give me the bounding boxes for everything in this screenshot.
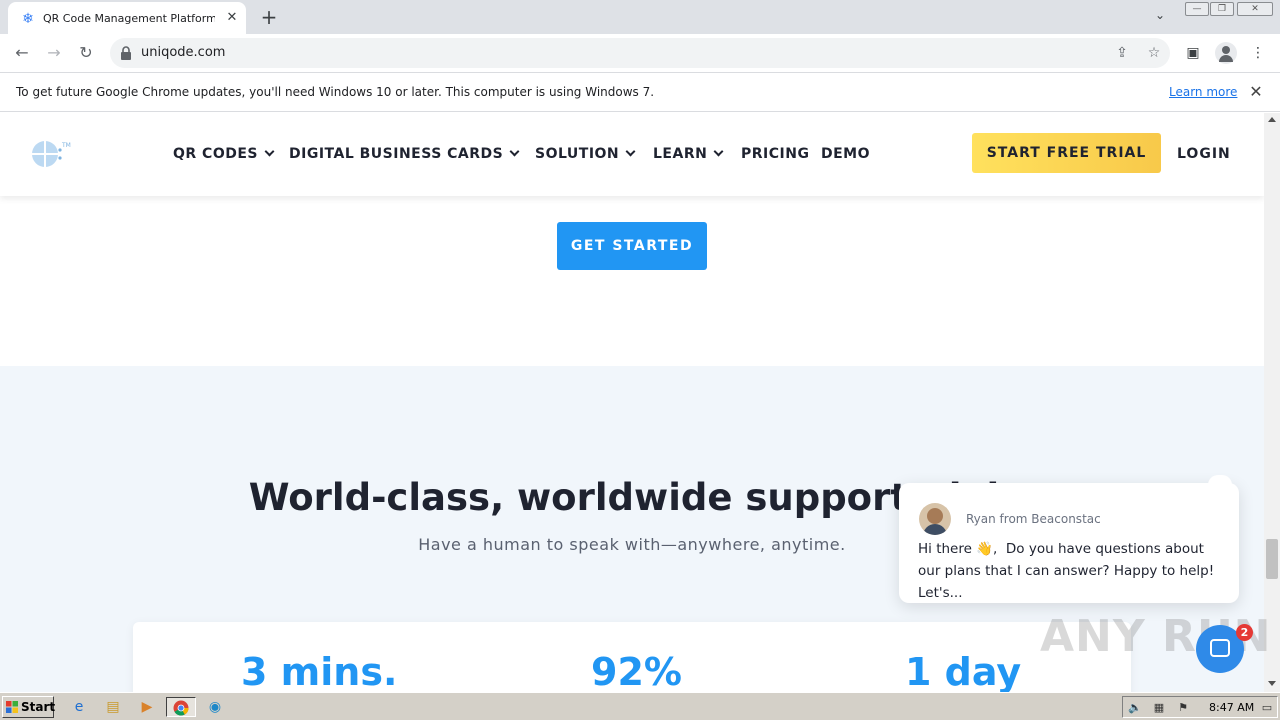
start-label: Start	[21, 700, 56, 714]
stats-card: 3 mins. 92% 1 day	[133, 622, 1131, 692]
chat-message: Hi there 👋, Do you have questions about …	[918, 541, 1215, 601]
learn-more-link[interactable]: Learn more	[1169, 84, 1237, 100]
nav-digital-business-cards-label: DIGITAL BUSINESS CARDS	[289, 146, 504, 162]
snowflake-icon: ❄	[22, 11, 34, 27]
new-tab-button[interactable]: +	[258, 6, 280, 28]
chrome-taskbar-icon[interactable]	[166, 697, 196, 717]
close-tab-icon[interactable]: ✕	[224, 10, 240, 26]
unread-count-badge: 2	[1236, 624, 1253, 641]
windows-logo-icon	[6, 701, 18, 713]
windows-taskbar: Start e ▤ ▶ ◉ 🔈 ▦ ⚑ 8:47 AM ▭	[0, 692, 1280, 720]
site-header: TM QR CODES DIGITAL BUSINESS CARDS SOLUT…	[0, 113, 1264, 196]
internet-explorer-icon[interactable]: e	[68, 697, 90, 717]
nav-learn[interactable]: LEARN	[653, 146, 724, 162]
agent-avatar	[919, 503, 951, 535]
edge-icon[interactable]: ◉	[204, 697, 226, 717]
chat-popup[interactable]: Ryan from Beaconstac Hi there 👋, Do you …	[899, 483, 1239, 603]
volume-icon[interactable]: 🔈	[1127, 700, 1143, 716]
restore-window-button[interactable]: ❐	[1210, 2, 1234, 16]
chrome-icon	[173, 700, 189, 716]
lock-icon[interactable]	[120, 46, 132, 60]
chat-bubble-icon	[1210, 639, 1230, 657]
nav-qr-codes-label: QR CODES	[173, 146, 258, 162]
tab-title: QR Code Management Platform for m	[43, 12, 215, 25]
scrollbar-thumb[interactable]	[1266, 539, 1278, 579]
stat-satisfaction: 92%	[591, 650, 682, 692]
login-link[interactable]: LOGIN	[1177, 146, 1231, 162]
forward-arrow-icon[interactable]: →	[44, 43, 64, 63]
minimize-window-button[interactable]: —	[1185, 2, 1209, 16]
chat-agent-name: Ryan from Beaconstac	[966, 512, 1101, 526]
tab-search-chevron-icon[interactable]: ⌄	[1150, 8, 1170, 26]
page-viewport: TM QR CODES DIGITAL BUSINESS CARDS SOLUT…	[0, 113, 1264, 692]
browser-toolbar: ← → ↻ uniqode.com ⇪ ☆ ▣ ⋮	[0, 34, 1280, 72]
start-button[interactable]: Start	[2, 696, 56, 718]
reload-icon[interactable]: ↻	[76, 43, 96, 63]
chevron-down-icon	[264, 146, 275, 157]
show-desktop-icon[interactable]: ▭	[1259, 700, 1275, 716]
update-infobar: To get future Google Chrome updates, you…	[0, 72, 1280, 112]
nav-digital-business-cards[interactable]: DIGITAL BUSINESS CARDS	[289, 146, 520, 162]
browser-tab-strip: ❄ QR Code Management Platform for m ✕ + …	[0, 0, 1280, 34]
share-icon[interactable]: ⇪	[1113, 44, 1131, 62]
waving-hand-icon: 👋	[976, 541, 994, 557]
side-panel-icon[interactable]: ▣	[1183, 43, 1203, 63]
svg-text:TM: TM	[61, 142, 71, 149]
start-free-trial-button[interactable]: START FREE TRIAL	[972, 133, 1161, 173]
address-bar[interactable]: uniqode.com ⇪ ☆	[110, 38, 1170, 68]
file-explorer-icon[interactable]: ▤	[102, 697, 124, 717]
nav-qr-codes[interactable]: QR CODES	[173, 146, 275, 162]
back-arrow-icon[interactable]: ←	[12, 43, 32, 63]
chevron-down-icon	[713, 146, 724, 157]
page-scrollbar[interactable]	[1264, 113, 1280, 692]
chevron-down-icon	[625, 146, 636, 157]
scroll-up-arrow-icon[interactable]	[1268, 117, 1276, 122]
system-tray: 🔈 ▦ ⚑ 8:47 AM ▭	[1122, 696, 1278, 718]
stat-resolution-time: 1 day	[905, 650, 1022, 692]
nav-learn-label: LEARN	[653, 146, 708, 162]
infobar-message: To get future Google Chrome updates, you…	[16, 85, 655, 99]
kebab-menu-icon[interactable]: ⋮	[1248, 43, 1268, 63]
close-window-button[interactable]: ✕	[1237, 2, 1273, 16]
get-started-button[interactable]: GET STARTED	[557, 222, 707, 270]
bookmark-star-icon[interactable]: ☆	[1145, 44, 1163, 62]
nav-solution-label: SOLUTION	[535, 146, 620, 162]
chevron-down-icon	[509, 146, 520, 157]
profile-avatar-icon[interactable]	[1215, 42, 1237, 64]
taskbar-clock[interactable]: 8:47 AM	[1209, 700, 1254, 716]
nav-solution[interactable]: SOLUTION	[535, 146, 636, 162]
media-player-icon[interactable]: ▶	[136, 697, 158, 717]
chat-message-greeting: Hi there	[918, 541, 972, 557]
uniqode-logo[interactable]: TM	[30, 139, 72, 169]
nav-demo[interactable]: DEMO	[821, 146, 870, 162]
nav-pricing[interactable]: PRICING	[741, 146, 809, 162]
scroll-down-arrow-icon[interactable]	[1268, 681, 1276, 686]
browser-tab[interactable]: ❄ QR Code Management Platform for m ✕	[8, 2, 246, 34]
chat-popup-dismiss-tab[interactable]	[1208, 475, 1232, 495]
stat-response-time: 3 mins.	[241, 650, 398, 692]
close-infobar-icon[interactable]: ✕	[1247, 83, 1265, 101]
url-text[interactable]: uniqode.com	[141, 45, 225, 61]
action-center-flag-icon[interactable]: ⚑	[1175, 700, 1191, 716]
network-icon[interactable]: ▦	[1151, 700, 1167, 716]
